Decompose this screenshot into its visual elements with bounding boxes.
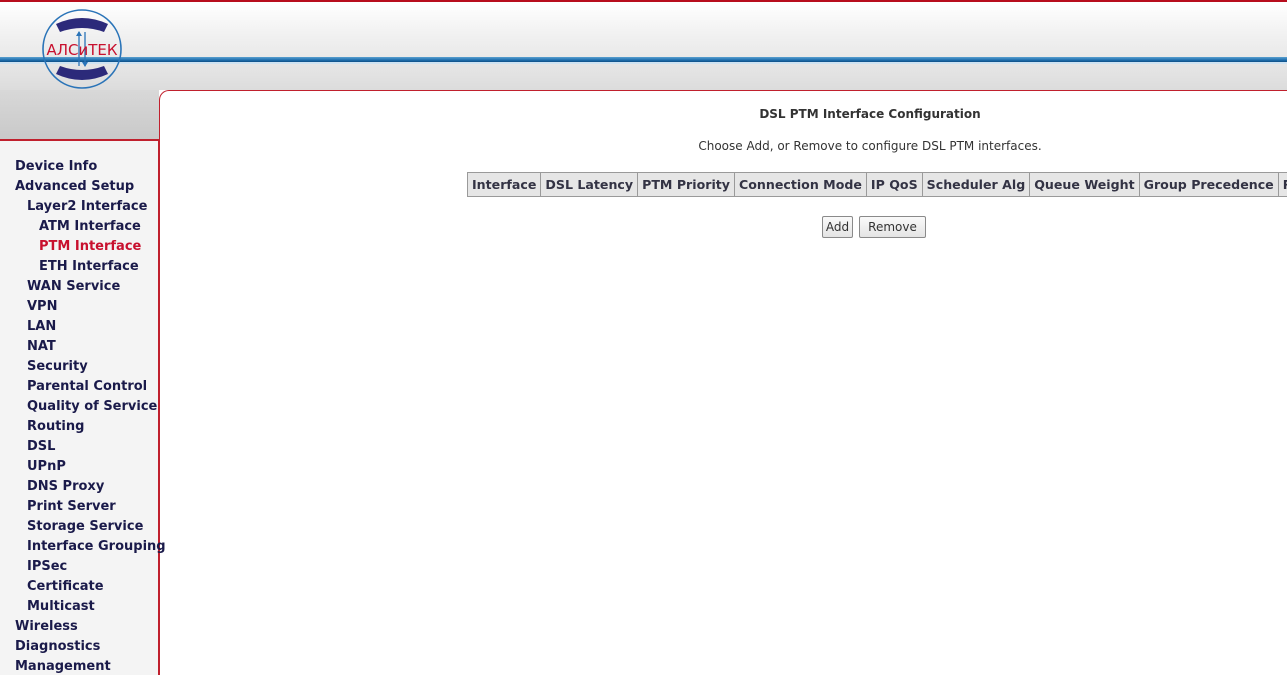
column-header-queue-weight: Queue Weight [1029,172,1140,197]
column-header-ptm-priority: PTM Priority [637,172,735,197]
menu-item-storage-service[interactable]: Storage Service [0,517,159,537]
menu-item-ptm-interface[interactable]: PTM Interface [0,237,159,257]
table-header-row: Interface DSL Latency PTM Priority Conne… [466,172,1287,197]
menu-item-eth-interface[interactable]: ETH Interface [0,257,159,277]
handset-bottom-icon [56,66,108,80]
column-header-scheduler-alg: Scheduler Alg [921,172,1031,197]
column-header-remove: Remove [1277,172,1287,197]
column-header-connection-mode: Connection Mode [734,172,867,197]
add-button[interactable]: Add [822,216,853,238]
page-description: Choose Add, or Remove to configure DSL P… [698,139,1042,153]
menu-item-diagnostics[interactable]: Diagnostics [0,637,159,657]
menu-item-upnp[interactable]: UPnP [0,457,159,477]
menu-item-management[interactable]: Management [0,657,159,675]
menu-item-certificate[interactable]: Certificate [0,577,159,597]
sidebar-menu: Device Info Advanced Setup Layer2 Interf… [0,157,166,675]
page-title: DSL PTM Interface Configuration [759,107,981,121]
menu-item-nat[interactable]: NAT [0,337,159,357]
menu-item-security[interactable]: Security [0,357,159,377]
menu-item-lan[interactable]: LAN [0,317,159,337]
banner-stripe-highlight [0,62,1287,64]
menu-item-layer2-interface[interactable]: Layer2 Interface [0,197,159,217]
top-banner: АЛСиТЕК [0,0,1287,90]
menu-item-parental-control[interactable]: Parental Control [0,377,159,397]
sidebar-header [0,90,159,141]
menu-item-wan-service[interactable]: WAN Service [0,277,159,297]
column-header-ip-qos: IP QoS [865,172,923,197]
menu-item-print-server[interactable]: Print Server [0,497,159,517]
ptm-interface-table: Interface DSL Latency PTM Priority Conne… [466,172,1287,197]
menu-item-routing[interactable]: Routing [0,417,159,437]
menu-item-dns-proxy[interactable]: DNS Proxy [0,477,159,497]
menu-item-interface-grouping[interactable]: Interface Grouping [0,537,166,557]
column-header-interface: Interface [466,172,542,197]
company-logo: АЛСиТЕК [42,9,122,89]
menu-item-dsl[interactable]: DSL [0,437,159,457]
menu-item-wireless[interactable]: Wireless [0,617,159,637]
column-header-group-precedence: Group Precedence [1138,172,1279,197]
handset-top-icon [56,18,108,32]
router-admin-page: АЛСиТЕК Device Info Advanced Setup Layer… [0,0,1287,675]
logo-text: АЛСиТЕК [46,41,117,59]
remove-button[interactable]: Remove [859,216,926,238]
column-header-dsl-latency: DSL Latency [540,172,639,197]
menu-item-device-info[interactable]: Device Info [0,157,159,177]
menu-item-ipsec[interactable]: IPSec [0,557,159,577]
menu-item-multicast[interactable]: Multicast [0,597,159,617]
menu-item-quality-of-service[interactable]: Quality of Service [0,397,159,417]
menu-item-atm-interface[interactable]: ATM Interface [0,217,159,237]
menu-item-advanced-setup[interactable]: Advanced Setup [0,177,159,197]
menu-item-vpn[interactable]: VPN [0,297,159,317]
